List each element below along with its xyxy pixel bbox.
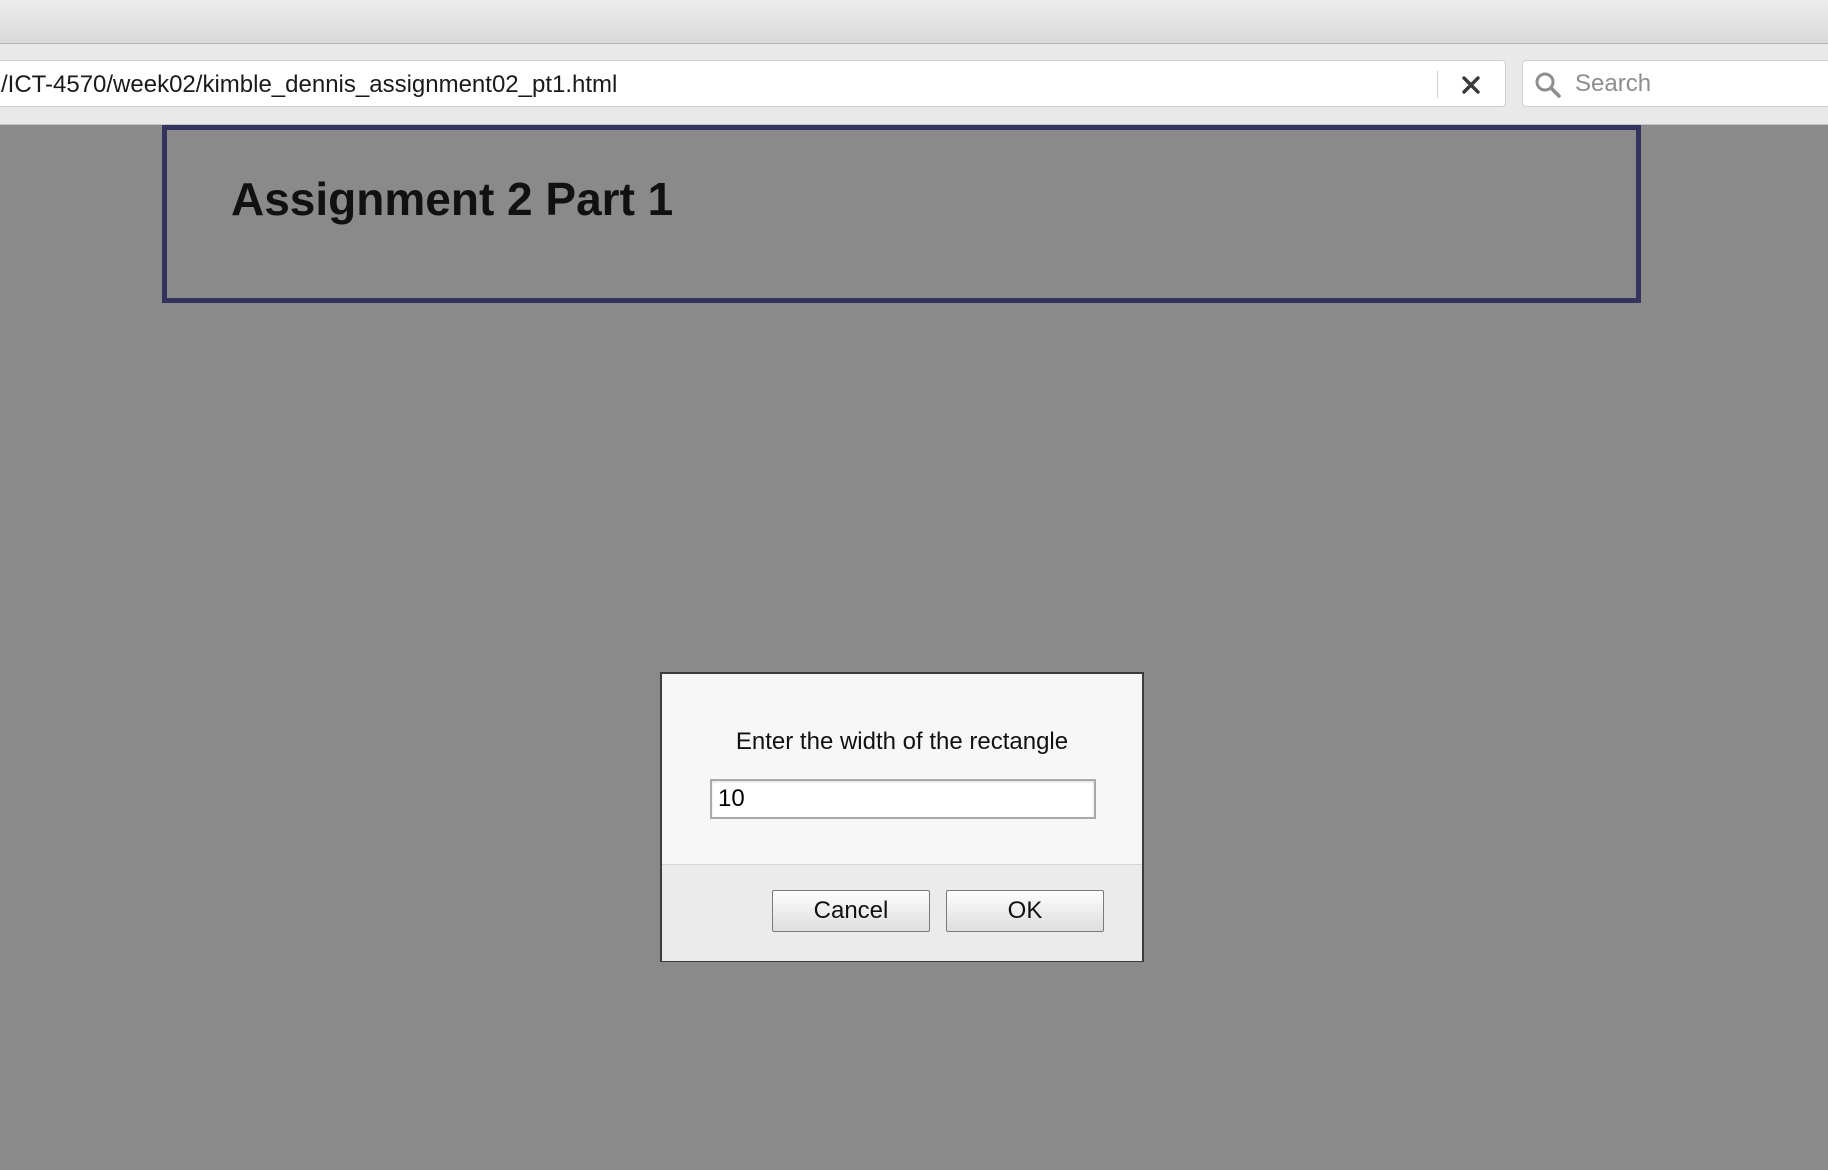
ok-button[interactable]: OK	[946, 890, 1104, 932]
page-title: Assignment 2 Part 1	[231, 173, 674, 225]
search-input[interactable]	[1575, 61, 1828, 106]
address-bar-url[interactable]: /ICT-4570/week02/kimble_dennis_assignmen…	[1, 61, 617, 108]
search-icon	[1535, 72, 1561, 98]
address-bar-divider	[1437, 71, 1438, 98]
title-bar	[0, 0, 1828, 44]
address-bar[interactable]: /ICT-4570/week02/kimble_dennis_assignmen…	[0, 60, 1506, 107]
browser-window: /ICT-4570/week02/kimble_dennis_assignmen…	[0, 0, 1828, 1170]
close-icon	[1462, 75, 1480, 94]
cancel-button[interactable]: Cancel	[772, 890, 930, 932]
page-header: Assignment 2 Part 1	[162, 125, 1641, 303]
prompt-input[interactable]	[710, 779, 1096, 819]
prompt-message: Enter the width of the rectangle	[735, 728, 1069, 755]
prompt-dialog: Enter the width of the rectangle Cancel …	[660, 672, 1144, 962]
dialog-footer: Cancel OK	[662, 864, 1142, 961]
browser-toolbar: /ICT-4570/week02/kimble_dennis_assignmen…	[0, 44, 1828, 125]
search-bar[interactable]	[1522, 60, 1828, 107]
stop-loading-button[interactable]	[1451, 61, 1491, 108]
